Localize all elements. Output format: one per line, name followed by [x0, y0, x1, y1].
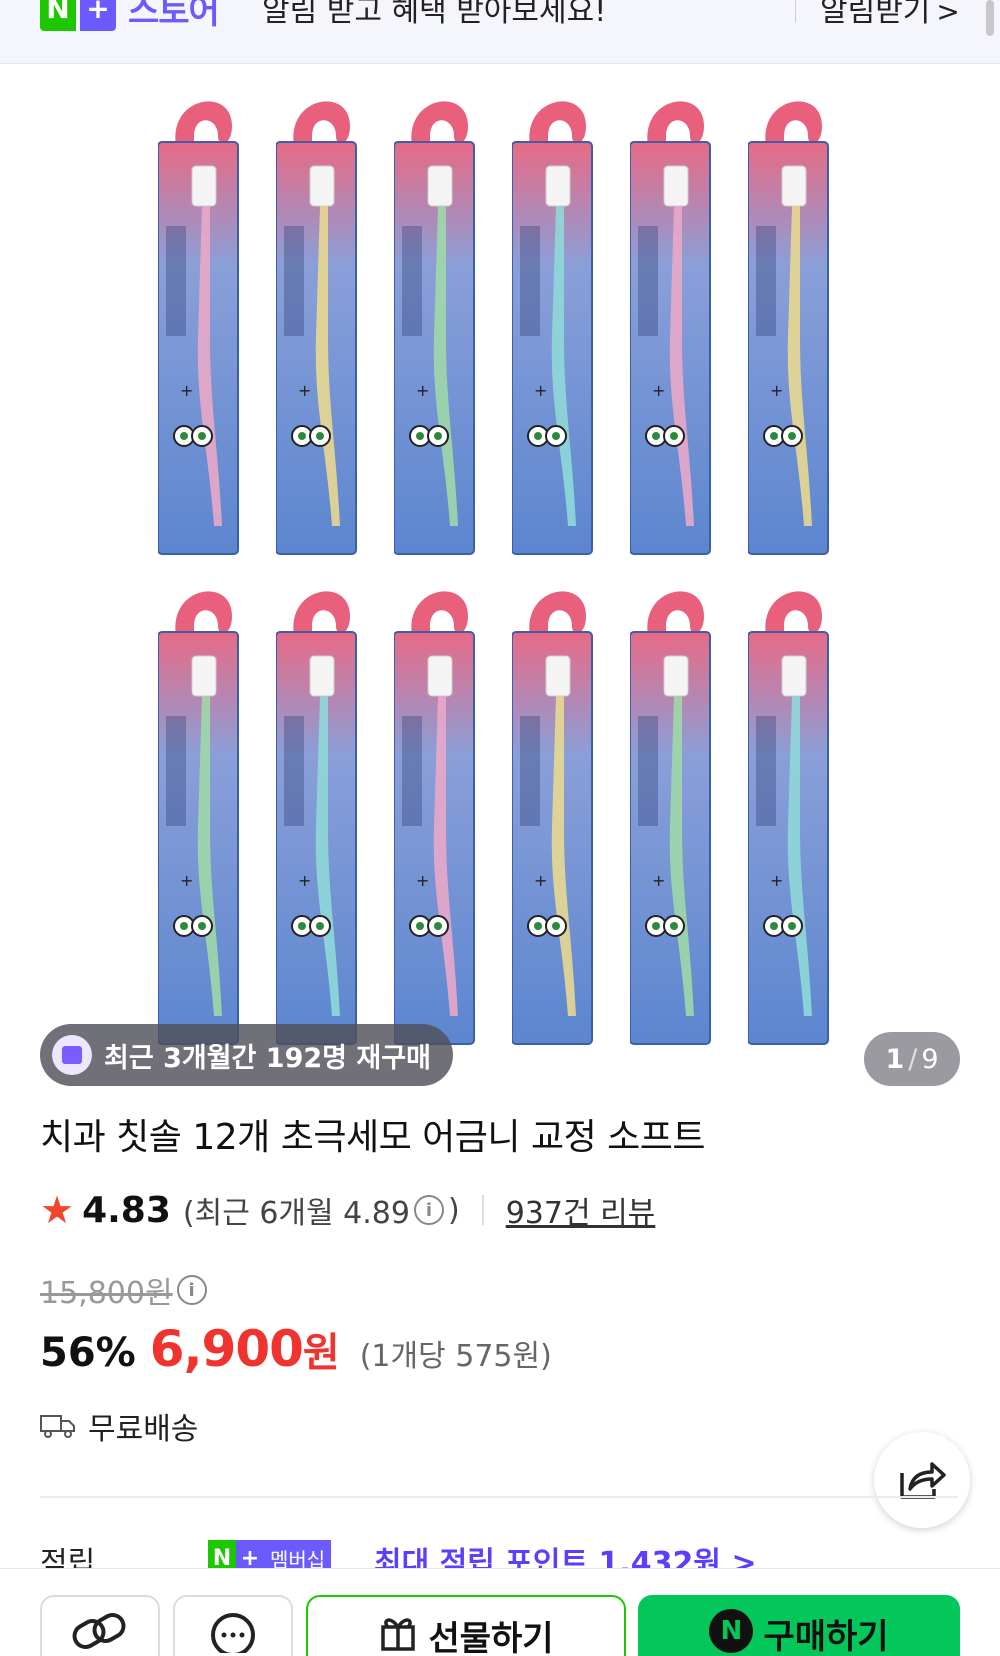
- toothbrush-package: +: [394, 86, 478, 556]
- rebuy-text: 최근 3개월간 192명 재구매: [104, 1042, 431, 1074]
- gift-button[interactable]: 선물하기: [306, 1595, 626, 1656]
- share-button[interactable]: [874, 1432, 970, 1528]
- notification-banner[interactable]: N + 스토어 알림 받고 혜택 받아보세요! 알림받기 >: [0, 0, 1000, 64]
- price-info-icon[interactable]: i: [176, 1275, 207, 1305]
- unit-price: (1개당 575원): [359, 1339, 552, 1374]
- original-price: 15,800원: [40, 1276, 173, 1311]
- rating-row: ★ 4.83 (최근 6개월 4.89 i ) 937건 리뷰: [40, 1188, 655, 1232]
- shipping-text: 무료배송: [88, 1412, 199, 1447]
- rating-value: 4.83: [82, 1189, 171, 1231]
- banner-divider: [795, 0, 796, 22]
- buy-button[interactable]: N 구매하기: [638, 1595, 960, 1656]
- svg-text:+: +: [770, 871, 783, 890]
- toothbrush-package: +: [512, 576, 596, 1046]
- page-total: 9: [921, 1043, 939, 1075]
- toothbrush-package: +: [630, 576, 714, 1046]
- get-notifications-label: 알림받기: [820, 0, 931, 29]
- logo-plus: +: [80, 0, 116, 31]
- bottom-action-bar: 선물하기 N 구매하기: [0, 1568, 1000, 1656]
- chat-bubble-icon: [211, 1613, 255, 1653]
- svg-text:+: +: [180, 381, 193, 400]
- svg-text:+: +: [298, 381, 311, 400]
- image-page-indicator: 1/9: [864, 1032, 960, 1086]
- chevron-right-icon: >: [936, 0, 960, 28]
- svg-text:+: +: [770, 381, 783, 400]
- discount-rate: 56%: [40, 1330, 136, 1376]
- toothbrush-package: +: [748, 576, 832, 1046]
- svg-text:+: +: [534, 381, 547, 400]
- product-image-gallery[interactable]: + + + + + + + + + + + + 최근 3개월간 192명 재구매 1/9: [0, 66, 1000, 1086]
- toothbrush-package: +: [512, 86, 596, 556]
- star-icon: ★: [40, 1188, 75, 1232]
- naverpay-n-icon: N: [709, 1609, 754, 1653]
- get-notifications-link[interactable]: 알림받기 >: [820, 0, 960, 30]
- toothbrush-package: +: [158, 86, 242, 556]
- toothbrush-package: +: [630, 86, 714, 556]
- price-row: 56% 6,900 원 (1개당 575원): [40, 1320, 552, 1378]
- recent-rating-close: ): [447, 1192, 460, 1228]
- product-image: + + + + + + + + + + + +: [158, 86, 842, 1046]
- product-title: 치과 칫솔 12개 초극세모 어금니 교정 소프트: [40, 1117, 706, 1158]
- toothbrush-package: +: [276, 576, 360, 1046]
- logo-store-text: 스토어: [128, 0, 220, 32]
- recent-rating-text: (최근 6개월 4.89: [182, 1196, 410, 1231]
- logo-n: N: [40, 0, 76, 31]
- toothbrush-package: +: [748, 86, 832, 556]
- gift-icon: [381, 1618, 416, 1651]
- truck-icon: [40, 1415, 75, 1438]
- link-icon: [72, 1613, 126, 1649]
- toothbrush-package: +: [276, 86, 360, 556]
- max-points-link[interactable]: 최대 적립 포인트 1,432원 >: [374, 1538, 757, 1572]
- talk-button[interactable]: [173, 1595, 293, 1656]
- svg-text:+: +: [298, 871, 311, 890]
- gift-label: 선물하기: [428, 1619, 554, 1656]
- page-current: 1: [885, 1043, 905, 1075]
- svg-text:+: +: [652, 871, 665, 890]
- currency-won: 원: [302, 1330, 340, 1376]
- points-label: 적립: [40, 1546, 96, 1572]
- share-icon: [900, 1462, 946, 1499]
- shopping-bag-icon: [52, 1035, 92, 1075]
- nplus-store-logo: N + 스토어: [40, 0, 220, 33]
- original-price-row: 15,800원 i: [40, 1268, 211, 1312]
- section-divider: [40, 1496, 958, 1498]
- shipping-info: 무료배송: [40, 1404, 198, 1448]
- svg-text:+: +: [534, 871, 547, 890]
- banner-message: 알림 받고 혜택 받아보세요!: [262, 0, 607, 29]
- points-row[interactable]: 적립 N + 멤버십 최대 적립 포인트 1,432원 >: [40, 1538, 1000, 1572]
- info-icon[interactable]: i: [413, 1195, 444, 1225]
- page-separator: /: [908, 1043, 918, 1075]
- svg-text:+: +: [416, 871, 429, 890]
- review-count-link[interactable]: 937건 리뷰: [506, 1188, 656, 1232]
- svg-text:+: +: [180, 871, 193, 890]
- scrollbar[interactable]: [986, 0, 994, 36]
- rebuy-badge: 최근 3개월간 192명 재구매: [40, 1024, 453, 1086]
- buy-label: 구매하기: [763, 1617, 889, 1656]
- recent-rating: (최근 6개월 4.89 i ): [183, 1188, 460, 1232]
- wishlist-button[interactable]: [40, 1595, 160, 1656]
- svg-text:+: +: [652, 381, 665, 400]
- svg-text:+: +: [416, 381, 429, 400]
- toothbrush-package: +: [394, 576, 478, 1046]
- rating-divider: [481, 1195, 484, 1225]
- toothbrush-package: +: [158, 576, 242, 1046]
- sale-price: 6,900: [149, 1320, 304, 1378]
